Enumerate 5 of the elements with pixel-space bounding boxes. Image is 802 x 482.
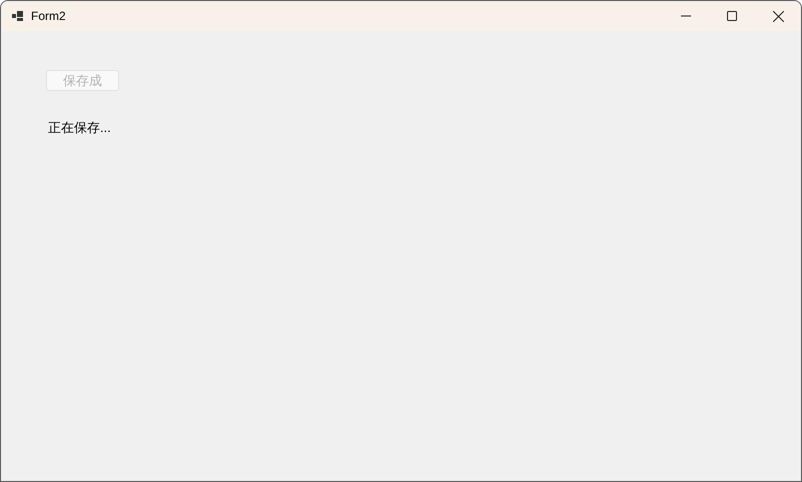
close-icon	[772, 10, 784, 22]
window-title: Form2	[31, 8, 66, 25]
maximize-icon	[727, 11, 737, 21]
status-label: 正在保存...	[48, 119, 111, 137]
app-icon	[12, 11, 23, 21]
